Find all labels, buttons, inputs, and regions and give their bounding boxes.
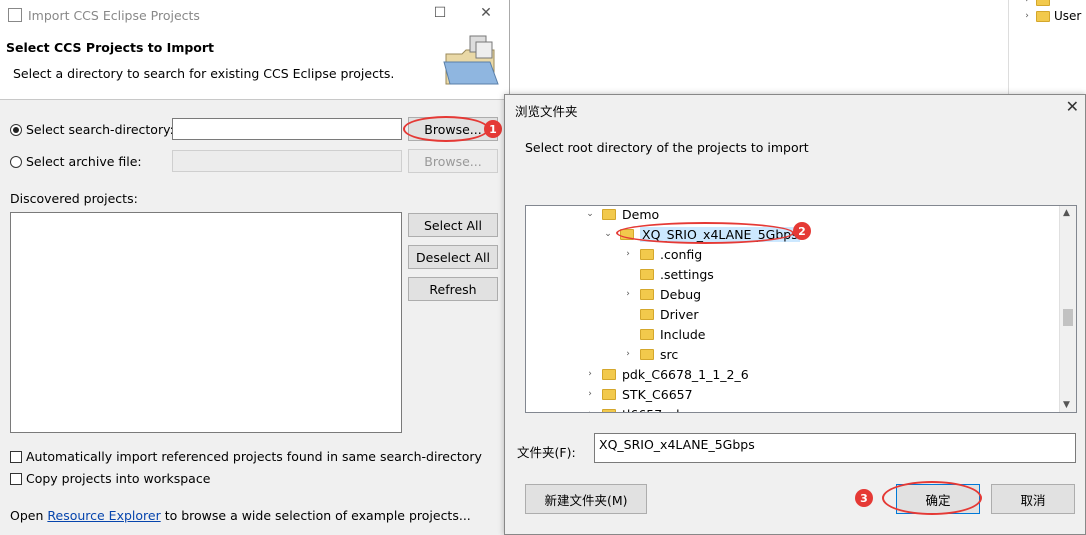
annotation-ellipse: [403, 116, 489, 142]
tree-item-pdk[interactable]: › pdk_C6678_1_1_2_6: [584, 364, 749, 384]
close-icon[interactable]: ✕: [1066, 97, 1079, 116]
tree-item-label: tl6657_ek: [622, 407, 683, 413]
copy-projects-label: Copy projects into workspace: [26, 471, 211, 486]
refresh-button[interactable]: Refresh: [408, 277, 498, 301]
folder-icon: [640, 328, 654, 340]
chevron-down-icon[interactable]: ⌄: [584, 209, 596, 219]
cancel-button[interactable]: 取消: [991, 484, 1075, 514]
tree-item-src[interactable]: › src: [622, 344, 678, 364]
annotation-ellipse: [882, 481, 982, 515]
folder-icon: [640, 248, 654, 260]
browse-folder-dialog: 浏览文件夹 ✕ Select root directory of the pro…: [504, 94, 1086, 535]
chevron-right-icon[interactable]: ›: [622, 249, 634, 259]
tree-item-config[interactable]: › .config: [622, 244, 702, 264]
annotation-ellipse: [616, 222, 794, 244]
radio-unselected-icon[interactable]: [10, 155, 22, 168]
maximize-icon[interactable]: ☐: [430, 5, 450, 25]
scroll-thumb[interactable]: [1063, 309, 1073, 326]
chevron-right-icon: ›: [1025, 11, 1029, 21]
tree-item-settings[interactable]: .settings: [622, 264, 714, 284]
select-all-button[interactable]: Select All: [408, 213, 498, 237]
folder-icon: [602, 408, 616, 412]
new-folder-button[interactable]: 新建文件夹(M): [525, 484, 647, 514]
chevron-right-icon: ›: [1025, 0, 1029, 5]
scroll-up-icon[interactable]: ▲: [1063, 208, 1070, 218]
folder-icon: [602, 208, 616, 220]
title-bar: Import CCS Eclipse Projects ☐ ✕: [0, 0, 509, 30]
import-dialog: Import CCS Eclipse Projects ☐ ✕ Select C…: [0, 0, 510, 535]
folder-icon: [602, 368, 616, 380]
tree-item-tl6657[interactable]: › tl6657_ek: [584, 404, 683, 413]
tree-item-label: src: [660, 346, 679, 362]
checkbox-icon[interactable]: [10, 472, 22, 485]
tree-item-label: Demo: [622, 206, 660, 222]
annotation-badge: 3: [855, 489, 873, 507]
folder-icon: [640, 268, 654, 280]
close-icon[interactable]: ✕: [476, 5, 496, 25]
discovered-projects-label: Discovered projects:: [10, 191, 138, 206]
scroll-down-icon[interactable]: ▼: [1063, 400, 1070, 410]
deselect-all-button[interactable]: Deselect All: [408, 245, 498, 269]
folder-icon: [1036, 0, 1050, 6]
annotation-badge: 1: [484, 120, 502, 138]
checkbox-icon[interactable]: [10, 450, 22, 463]
archive-file-label: Select archive file:: [26, 154, 142, 169]
chevron-right-icon[interactable]: ›: [584, 369, 596, 379]
wizard-title: Select CCS Projects to Import: [6, 40, 215, 55]
tree-item-demo[interactable]: ⌄ Demo: [584, 206, 660, 224]
resource-explorer-link[interactable]: Resource Explorer: [47, 508, 160, 523]
background-tree-item[interactable]: ›: [1022, 0, 1054, 8]
chevron-right-icon[interactable]: ›: [622, 289, 634, 299]
app-icon: [8, 8, 22, 22]
tree-item-label: Include: [660, 326, 706, 342]
tree-item-label: STK_C6657: [622, 386, 693, 402]
dialog-title: 浏览文件夹: [515, 104, 578, 119]
chevron-down-icon[interactable]: ⌄: [602, 229, 614, 239]
archive-file-option[interactable]: Select archive file:: [10, 154, 142, 169]
chevron-right-icon[interactable]: ›: [584, 409, 596, 412]
folder-icon: [602, 388, 616, 400]
tree-item-driver[interactable]: Driver: [622, 304, 698, 324]
tree-item-include[interactable]: Include: [622, 324, 706, 344]
tree-item-label: Debug: [660, 286, 702, 302]
chevron-right-icon[interactable]: ›: [584, 389, 596, 399]
annotation-badge: 2: [793, 222, 811, 240]
dialog-description: Select root directory of the projects to…: [525, 140, 809, 155]
tree-item-label: Driver: [660, 306, 699, 322]
copy-projects-option[interactable]: Copy projects into workspace: [10, 471, 210, 486]
hint-suffix: to browse a wide selection of example pr…: [164, 508, 471, 523]
tree-item-debug[interactable]: › Debug: [622, 284, 701, 304]
wizard-header: Select CCS Projects to Import Select a d…: [0, 30, 509, 100]
tree-item-label: .settings: [660, 266, 714, 282]
discovered-projects-list[interactable]: [10, 212, 402, 433]
radio-selected-icon[interactable]: [10, 123, 22, 136]
chevron-right-icon[interactable]: ›: [622, 349, 634, 359]
auto-import-option[interactable]: Automatically import referenced projects…: [10, 449, 482, 464]
folder-icon: [640, 288, 654, 300]
search-directory-label: Select search-directory:: [26, 122, 174, 137]
background-tree-item[interactable]: › User: [1022, 8, 1081, 24]
auto-import-label: Automatically import referenced projects…: [26, 449, 482, 464]
background-panel: [510, 0, 1086, 96]
folder-label: 文件夹(F):: [517, 445, 576, 460]
wizard-description: Select a directory to search for existin…: [13, 66, 395, 81]
import-folder-icon: [443, 35, 499, 85]
tree-item-label: pdk_C6678_1_1_2_6: [622, 366, 749, 382]
tree-item-stk[interactable]: › STK_C6657: [584, 384, 693, 404]
tree-item-label: .config: [660, 246, 703, 262]
tree-item-label: User: [1054, 9, 1082, 23]
window-title: Import CCS Eclipse Projects: [28, 7, 200, 23]
browse-archive-button[interactable]: Browse...: [408, 149, 498, 173]
archive-file-input[interactable]: [172, 150, 402, 172]
folder-icon: [640, 308, 654, 320]
folder-icon: [640, 348, 654, 360]
resource-explorer-hint: Open Resource Explorer to browse a wide …: [10, 508, 471, 523]
search-directory-option[interactable]: Select search-directory:: [10, 122, 174, 137]
tree-scrollbar[interactable]: ▲ ▼: [1059, 206, 1076, 412]
search-directory-input[interactable]: [172, 118, 402, 140]
hint-prefix: Open: [10, 508, 44, 523]
background-divider: [1008, 0, 1009, 96]
folder-input[interactable]: XQ_SRIO_x4LANE_5Gbps: [594, 433, 1076, 463]
folder-icon: [1036, 10, 1050, 22]
